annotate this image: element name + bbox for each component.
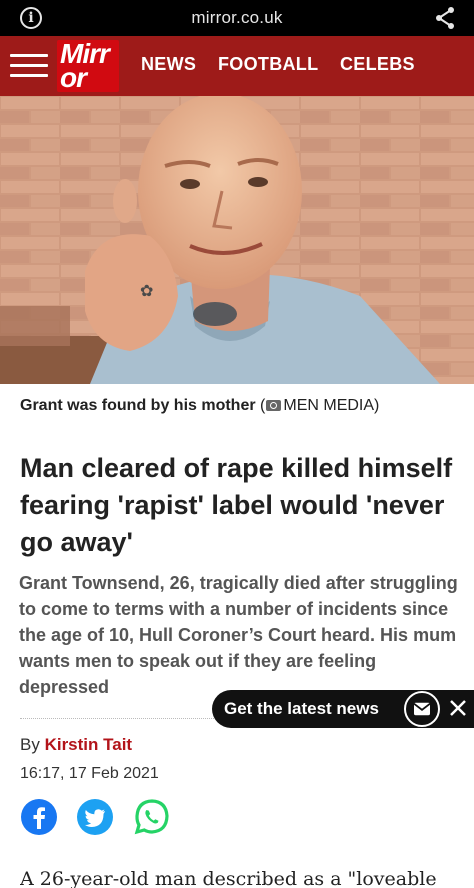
envelope-icon[interactable] — [404, 691, 440, 727]
svg-text:✿: ✿ — [140, 281, 153, 300]
url-text[interactable]: mirror.co.uk — [0, 8, 474, 28]
hamburger-menu-icon[interactable] — [10, 50, 48, 82]
publish-date: 16:17, 17 Feb 2021 — [20, 765, 159, 782]
caption-credit: MEN MEDIA — [283, 397, 375, 414]
close-icon[interactable] — [449, 699, 467, 717]
article-hero-photo[interactable]: ✿ — [0, 96, 474, 384]
caption-close: ) — [374, 397, 380, 414]
caption-open: ( — [255, 397, 266, 414]
newsletter-label[interactable]: Get the latest news — [224, 699, 379, 719]
article-standfirst: Grant Townsend, 26, tragically died afte… — [19, 573, 458, 697]
nav-celebs[interactable]: CELEBS — [340, 54, 415, 75]
share-icon[interactable] — [434, 6, 456, 30]
whatsapp-icon[interactable] — [133, 798, 171, 836]
byline: By Kirstin Tait — [20, 735, 132, 755]
article-headline: Man cleared of rape killed himself feari… — [20, 453, 453, 557]
byline-prefix: By — [20, 735, 45, 754]
browser-url-bar: i mirror.co.uk — [0, 0, 474, 36]
caption-text: Grant was found by his mother — [20, 397, 256, 414]
newsletter-signup-banner[interactable]: Get the latest news — [212, 690, 474, 728]
mirror-logo[interactable]: Mirr or — [57, 40, 119, 92]
camera-icon — [266, 400, 282, 411]
author-link[interactable]: Kirstin Tait — [45, 735, 133, 754]
photo-caption: Grant was found by his mother ( MEN MEDIA… — [20, 397, 379, 415]
twitter-icon[interactable] — [76, 798, 114, 836]
nav-football[interactable]: FOOTBALL — [218, 54, 318, 75]
logo-text-line2: or — [60, 62, 87, 92]
article-body-first-line: A 26-year-old man described as a "loveab… — [20, 868, 437, 888]
facebook-icon[interactable] — [20, 798, 58, 836]
nav-news[interactable]: NEWS — [141, 54, 196, 75]
site-header: Mirr or NEWS FOOTBALL CELEBS — [0, 36, 474, 96]
